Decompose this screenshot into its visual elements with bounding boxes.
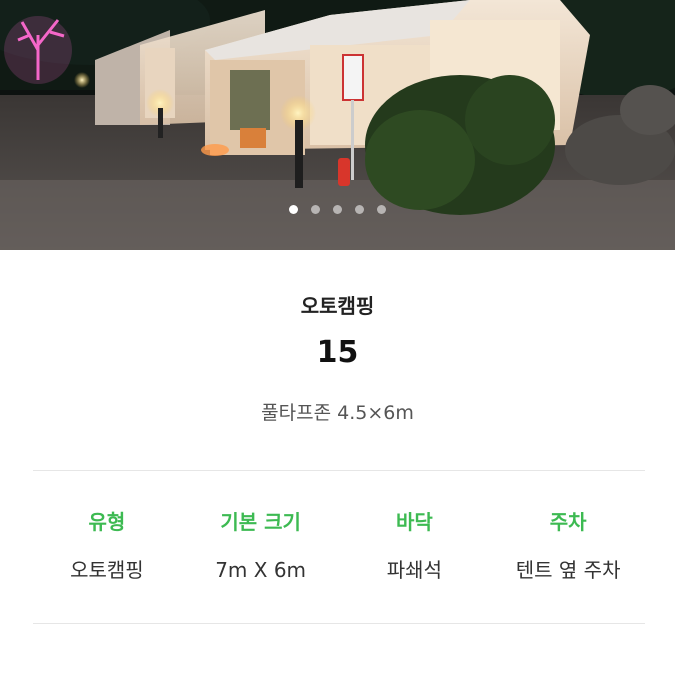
site-zone-size: 풀타프존 4.5×6m [261, 402, 414, 424]
carousel-indicator [0, 205, 675, 214]
divider-bottom [33, 623, 645, 624]
spec-parking-value: 텐트 옆 주차 [515, 558, 621, 582]
carousel-dot-1[interactable] [289, 205, 298, 214]
spec-type-value: 오토캠핑 [70, 558, 144, 582]
carousel-dot-5[interactable] [377, 205, 386, 214]
carousel-dot-4[interactable] [355, 205, 364, 214]
spec-size: 기본 크기 7m X 6m [184, 505, 338, 585]
spec-type-label: 유형 [88, 510, 126, 534]
site-specs: 유형 오토캠핑 기본 크기 7m X 6m 바닥 파쇄석 주차 텐트 옆 주차 [30, 505, 645, 585]
spec-floor-label: 바닥 [395, 510, 433, 534]
site-category: 오토캠핑 [300, 294, 375, 318]
spec-size-label: 기본 크기 [220, 510, 301, 534]
spec-size-value: 7m X 6m [215, 558, 307, 582]
spec-parking-label: 주차 [549, 510, 587, 534]
site-number: 15 [316, 335, 359, 370]
carousel-dot-2[interactable] [311, 205, 320, 214]
spec-floor-value: 파쇄석 [386, 558, 442, 582]
spec-type: 유형 오토캠핑 [30, 505, 184, 585]
spec-parking: 주차 텐트 옆 주차 [491, 505, 645, 585]
spec-floor: 바닥 파쇄석 [338, 505, 492, 585]
carousel-dot-3[interactable] [333, 205, 342, 214]
hero-image-carousel[interactable] [0, 0, 675, 250]
divider-top [33, 470, 645, 471]
